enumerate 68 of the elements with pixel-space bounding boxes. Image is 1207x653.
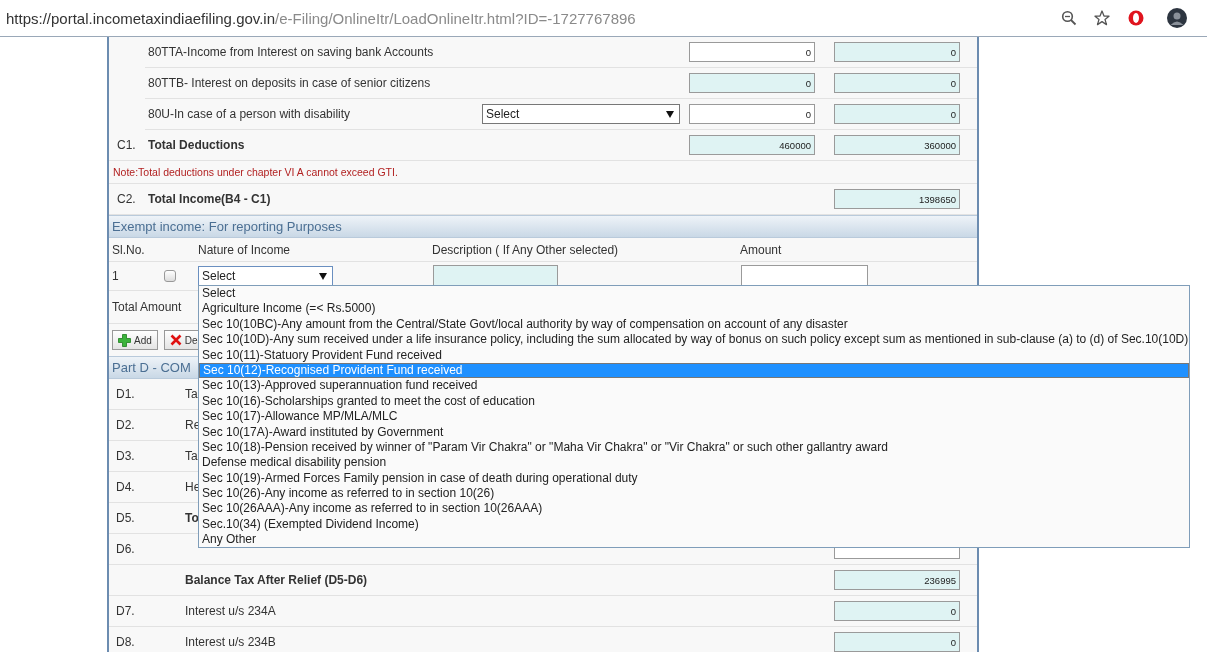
column-header: Description ( If Any Other selected) bbox=[432, 242, 620, 257]
amount-field[interactable] bbox=[741, 265, 868, 287]
dropdown-option[interactable]: Sec 10(10BC)-Any amount from the Central/State Govt/local authority by way of compensation on account of any disaster bbox=[199, 316, 1189, 333]
column-header: Sl.No. bbox=[111, 242, 146, 257]
dropdown-option[interactable]: Defense medical disability pension bbox=[199, 455, 1189, 471]
note-text: Note:Total deductions under chapter VI A cannot exceed GTI. bbox=[113, 166, 398, 178]
row-code: D5. bbox=[116, 511, 135, 525]
nature-select[interactable]: Select bbox=[198, 266, 333, 286]
dropdown-option[interactable]: Select bbox=[199, 286, 1189, 302]
section-header: Exempt income: For reporting Purposes bbox=[109, 215, 977, 238]
cross-icon bbox=[169, 334, 182, 346]
row-code: D4. bbox=[116, 480, 135, 494]
amount-field[interactable]: 0 bbox=[834, 42, 960, 62]
amount-field[interactable]: 0 bbox=[834, 73, 960, 93]
amount-field[interactable]: 236995 bbox=[834, 570, 960, 590]
row-number: 1 bbox=[111, 269, 120, 283]
column-header: Nature of Income bbox=[198, 242, 292, 257]
row-label: Total Deductions bbox=[148, 138, 246, 152]
amount-field[interactable]: 460000 bbox=[689, 135, 815, 155]
plus-icon bbox=[118, 333, 131, 347]
zoom-icon[interactable] bbox=[1061, 10, 1077, 26]
row-label: Interest u/s 234A bbox=[185, 604, 276, 618]
avatar-icon[interactable] bbox=[1167, 8, 1187, 28]
row-label: Ta bbox=[185, 449, 198, 463]
row-label: Balance Tax After Relief (D5-D6) bbox=[185, 573, 368, 587]
row-code: D8. bbox=[116, 635, 135, 649]
row-code: D3. bbox=[116, 449, 135, 463]
add-button[interactable]: Add bbox=[112, 330, 158, 350]
star-icon[interactable] bbox=[1094, 10, 1110, 26]
amount-field[interactable]: 360000 bbox=[834, 135, 960, 155]
row-label: 80U-In case of a person with disability bbox=[147, 107, 352, 121]
row-checkbox[interactable] bbox=[164, 270, 176, 282]
row-code: D2. bbox=[116, 418, 135, 432]
description-field[interactable] bbox=[433, 265, 558, 287]
amount-field[interactable]: 0 bbox=[834, 632, 960, 652]
dropdown-option[interactable]: Sec 10(18)-Pension received by winner of "Param Vir Chakra" or "Maha Vir Chakra" or "Vir Chakra" or such other gallantry award bbox=[199, 439, 1189, 456]
dropdown-option[interactable]: Sec 10(13)-Approved superannuation fund received bbox=[199, 378, 1189, 394]
row-label: Ta bbox=[185, 387, 198, 401]
row-label: Total Income(B4 - C1) bbox=[148, 192, 272, 206]
dropdown-option[interactable]: Sec 10(26AAA)-Any income as referred to in section 10(26AAA) bbox=[199, 501, 1189, 517]
dropdown-option[interactable]: Sec 10(17A)-Award instituted by Government bbox=[199, 424, 1189, 440]
dropdown-option[interactable]: Any Other bbox=[199, 532, 1189, 548]
column-header: Amount bbox=[740, 242, 782, 257]
row-code: C1. bbox=[117, 138, 136, 152]
amount-field[interactable]: 0 bbox=[689, 42, 815, 62]
dropdown-option[interactable]: Sec 10(17)-Allowance MP/MLA/MLC bbox=[199, 409, 1189, 425]
dropdown-option[interactable]: Sec 10(26)-Any income as referred to in section 10(26) bbox=[199, 486, 1189, 502]
total-label: Total Amount bbox=[112, 300, 182, 314]
dropdown-option[interactable]: Agriculture Income (=< Rs.5000) bbox=[199, 301, 1189, 317]
select-field[interactable]: Select bbox=[482, 104, 680, 124]
row-code: D6. bbox=[116, 542, 135, 556]
amount-field[interactable]: 0 bbox=[689, 73, 815, 93]
row-label: 80TTA-Income from Interest on saving bank Accounts bbox=[147, 45, 435, 59]
row-code: D1. bbox=[116, 387, 135, 401]
ring-icon[interactable] bbox=[1127, 9, 1145, 27]
dropdown-option[interactable]: Sec.10(34) (Exempted Dividend Income) bbox=[199, 516, 1189, 533]
dropdown-option[interactable]: Sec 10(16)-Scholarships granted to meet the cost of education bbox=[199, 393, 1189, 410]
dropdown-option[interactable]: Sec 10(19)-Armed Forces Family pension in case of death during operational duty bbox=[199, 470, 1189, 487]
row-label: 80TTB- Interest on deposits in case of senior citizens bbox=[147, 76, 432, 90]
row-code: D7. bbox=[116, 604, 135, 618]
url-field[interactable]: https://portal.incometaxindiaefiling.gov.in/e-Filing/OnlineItr/LoadOnlineItr.html?ID=-1727767896 bbox=[6, 9, 1044, 27]
amount-field[interactable]: 0 bbox=[689, 104, 815, 124]
amount-field[interactable]: 0 bbox=[834, 601, 960, 621]
amount-field[interactable]: 0 bbox=[834, 104, 960, 124]
amount-field[interactable]: 1398650 bbox=[834, 189, 960, 209]
row-label: Interest u/s 234B bbox=[185, 635, 276, 649]
row-label: To bbox=[185, 511, 199, 525]
row-code: C2. bbox=[117, 192, 136, 206]
